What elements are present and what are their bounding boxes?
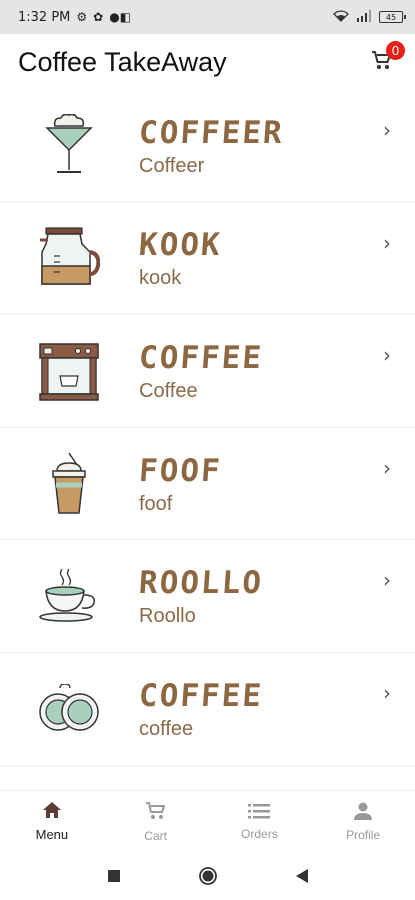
menu-item[interactable]: COFFEE Coffee › — [0, 315, 415, 428]
item-name: COFFEE — [137, 339, 265, 376]
recent-apps-button[interactable] — [102, 864, 126, 888]
status-left: 1:32 PM ⚙ ✿ ●◧ — [18, 10, 131, 25]
chevron-right-icon: › — [383, 568, 391, 593]
espresso-machine-icon — [34, 336, 104, 406]
nav-label: Profile — [346, 827, 381, 842]
nav-label: Cart — [144, 828, 167, 843]
coffee-beans-icon — [34, 674, 104, 744]
item-subtitle: kook — [139, 267, 182, 290]
item-subtitle: coffee — [139, 717, 194, 740]
item-subtitle: Coffee — [139, 379, 198, 402]
signal-icon — [356, 9, 372, 25]
nav-item-orders[interactable]: Orders — [208, 791, 312, 852]
item-name: FOOF — [137, 452, 223, 489]
chevron-right-icon: › — [383, 455, 391, 480]
status-right: 45 — [333, 9, 406, 25]
app-bar: Coffee TakeAway 0 — [0, 34, 415, 90]
bottom-navigation: Menu Cart Orders Profile — [0, 790, 415, 852]
sync-icon: ⚙ — [76, 10, 88, 24]
cart-button[interactable]: 0 — [367, 41, 405, 77]
person-icon — [354, 802, 373, 824]
system-navigation-bar — [0, 852, 415, 900]
battery-icon: 45 — [379, 11, 406, 23]
status-bar: 1:32 PM ⚙ ✿ ●◧ 45 — [0, 0, 415, 34]
nav-label: Menu — [35, 827, 69, 842]
item-name: COFFEER — [137, 114, 285, 151]
nav-item-cart[interactable]: Cart — [104, 791, 208, 852]
iced-coffee-icon — [34, 449, 104, 519]
menu-list: COFFEER Coffeer › KOOK kook › COFFEE Cof… — [0, 90, 415, 766]
list-icon — [248, 803, 271, 823]
media-icon: ●◧ — [109, 10, 132, 24]
menu-item[interactable]: FOOF foof › — [0, 428, 415, 541]
cart-icon — [145, 801, 167, 825]
battery-level: 45 — [385, 12, 397, 22]
item-subtitle: Roollo — [139, 605, 196, 628]
item-name: ROOLLO — [137, 565, 265, 602]
chevron-right-icon: › — [383, 680, 391, 705]
item-subtitle: Coffeer — [139, 154, 205, 177]
item-name: COFFEE — [137, 677, 265, 714]
item-subtitle: foof — [139, 492, 173, 515]
back-button[interactable] — [290, 864, 314, 888]
martini-glass-icon — [34, 111, 104, 181]
chevron-right-icon: › — [383, 343, 391, 368]
nav-label: Orders — [241, 826, 278, 841]
app-title: Coffee TakeAway — [18, 46, 227, 77]
menu-item[interactable]: KOOK kook › — [0, 203, 415, 316]
status-time: 1:32 PM — [18, 9, 71, 25]
chevron-right-icon: › — [383, 118, 391, 142]
home-icon — [42, 801, 62, 823]
settings-icon: ✿ — [93, 10, 104, 24]
menu-item[interactable]: ROOLLO Roollo › — [0, 540, 415, 653]
cart-count-badge: 0 — [386, 41, 405, 60]
wifi-icon — [333, 9, 349, 25]
chevron-right-icon: › — [383, 230, 391, 255]
item-name: KOOK — [137, 227, 223, 264]
coffee-pot-icon — [34, 223, 104, 293]
menu-item[interactable]: COFFEE coffee › — [0, 653, 415, 766]
nav-item-profile[interactable]: Profile — [311, 791, 415, 852]
home-button[interactable] — [196, 864, 220, 888]
coffee-cup-icon — [34, 561, 104, 631]
menu-item[interactable]: COFFEER Coffeer › — [0, 90, 415, 203]
nav-item-menu[interactable]: Menu — [0, 791, 104, 852]
